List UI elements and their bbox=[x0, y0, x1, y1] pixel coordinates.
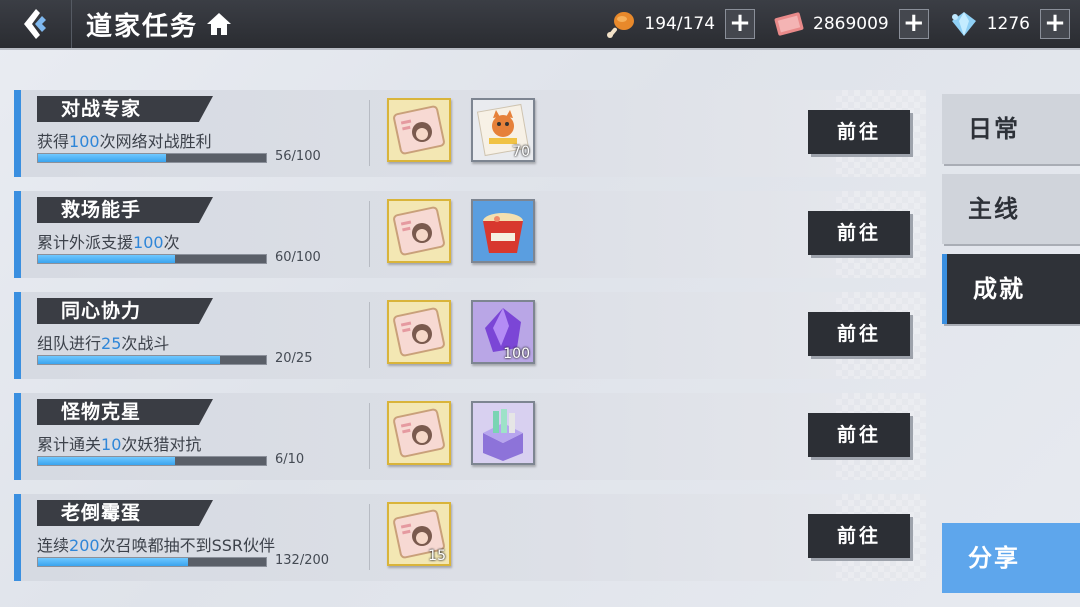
task-description: 连续200次召唤都抽不到SSR伙伴 bbox=[37, 532, 275, 556]
task-desc-prefix: 获得 bbox=[37, 132, 70, 151]
go-button[interactable]: 前往 bbox=[808, 312, 910, 356]
character-card-icon bbox=[389, 105, 449, 160]
add-resource-button[interactable]: + bbox=[1040, 9, 1070, 39]
divider bbox=[369, 403, 370, 469]
task-target-number: 200 bbox=[69, 536, 100, 555]
task-desc-prefix: 累计通关 bbox=[37, 435, 102, 454]
reward-item[interactable] bbox=[387, 199, 451, 263]
character-card-icon bbox=[389, 408, 449, 463]
ticket-icon bbox=[773, 7, 807, 41]
progress-bar bbox=[37, 254, 267, 264]
task-row: 老倒霉蛋 连续200次召唤都抽不到SSR伙伴 132/200 15 前往 bbox=[14, 494, 926, 581]
home-button[interactable] bbox=[206, 12, 232, 36]
resource-value: 194/174 bbox=[644, 14, 716, 34]
go-button[interactable]: 前往 bbox=[808, 413, 910, 457]
progress-text: 132/200 bbox=[275, 553, 330, 568]
progress-text: 56/100 bbox=[275, 149, 321, 164]
gift-box-icon bbox=[473, 403, 533, 463]
drumstick-icon bbox=[604, 7, 638, 41]
go-button[interactable]: 前往 bbox=[808, 110, 910, 154]
progress-text: 20/25 bbox=[275, 351, 313, 366]
add-resource-button[interactable]: + bbox=[898, 9, 929, 39]
task-target-number: 100 bbox=[69, 132, 100, 151]
tab-achievement[interactable]: 成就 bbox=[942, 254, 1080, 324]
task-description: 组队进行25次战斗 bbox=[37, 330, 169, 354]
progress-fill bbox=[38, 457, 175, 465]
back-arrow-icon bbox=[23, 9, 46, 39]
reward-item[interactable]: 100 bbox=[471, 300, 535, 364]
reward-item[interactable] bbox=[471, 199, 535, 263]
task-desc-prefix: 累计外派支援 bbox=[37, 233, 134, 252]
task-name: 救场能手 bbox=[37, 197, 213, 223]
reward-item[interactable]: 15 bbox=[387, 502, 451, 566]
progress-bar bbox=[37, 456, 267, 466]
character-card-icon bbox=[389, 307, 449, 362]
reward-item[interactable]: 70 bbox=[471, 98, 535, 162]
divider bbox=[369, 100, 370, 166]
task-row: 对战专家 获得100次网络对战胜利 56/100 70 前往 bbox=[14, 90, 926, 177]
task-desc-prefix: 组队进行 bbox=[37, 334, 102, 353]
reward-item[interactable] bbox=[387, 98, 451, 162]
progress-bar bbox=[37, 355, 267, 365]
task-row: 怪物克星 累计通关10次妖猎对抗 6/10 前往 bbox=[14, 393, 926, 480]
top-bar: 道家任务 194/174 + 2869009 + 1276 + bbox=[0, 0, 1080, 48]
resource-value: 1276 bbox=[986, 14, 1030, 34]
task-description: 累计外派支援100次 bbox=[37, 229, 180, 253]
home-icon bbox=[207, 13, 232, 35]
reward-item[interactable] bbox=[387, 300, 451, 364]
share-button[interactable]: 分享 bbox=[942, 523, 1080, 593]
reward-quantity: 100 bbox=[503, 346, 530, 362]
progress-fill bbox=[38, 356, 221, 364]
go-button[interactable]: 前往 bbox=[808, 211, 910, 255]
task-name: 老倒霉蛋 bbox=[37, 500, 213, 526]
task-list: 对战专家 获得100次网络对战胜利 56/100 70 前往 救场能手 累计外派… bbox=[14, 90, 926, 595]
reward-item[interactable] bbox=[387, 401, 451, 465]
resource-1: 2869009 + bbox=[773, 7, 929, 41]
progress-fill bbox=[38, 255, 175, 263]
progress-bar bbox=[37, 557, 267, 567]
reward-quantity: 70 bbox=[512, 144, 530, 160]
header-divider bbox=[0, 48, 1080, 50]
tab-main[interactable]: 主线 bbox=[942, 174, 1080, 244]
task-desc-suffix: 次妖猎对抗 bbox=[121, 435, 202, 454]
divider bbox=[369, 504, 370, 570]
task-target-number: 100 bbox=[133, 233, 164, 252]
task-description: 获得100次网络对战胜利 bbox=[37, 128, 212, 152]
divider bbox=[369, 302, 370, 368]
progress-fill bbox=[38, 558, 189, 566]
resource-2: 1276 + bbox=[947, 7, 1070, 41]
task-target-number: 10 bbox=[101, 435, 122, 454]
noodle-cup-icon bbox=[473, 201, 533, 261]
go-button[interactable]: 前往 bbox=[808, 514, 910, 558]
reward-quantity: 15 bbox=[428, 548, 446, 564]
task-name: 怪物克星 bbox=[37, 399, 213, 425]
task-name: 对战专家 bbox=[37, 96, 213, 122]
task-desc-suffix: 次召唤都抽不到SSR伙伴 bbox=[99, 536, 275, 555]
character-card-icon bbox=[389, 206, 449, 261]
resource-0: 194/174 + bbox=[604, 7, 756, 41]
task-desc-suffix: 次网络对战胜利 bbox=[99, 132, 212, 151]
task-target-number: 25 bbox=[101, 334, 122, 353]
divider bbox=[369, 201, 370, 267]
resource-bar: 194/174 + 2869009 + 1276 + bbox=[586, 0, 1070, 48]
back-button[interactable] bbox=[0, 0, 72, 48]
task-name: 同心协力 bbox=[37, 298, 213, 324]
progress-bar bbox=[37, 153, 267, 163]
progress-text: 60/100 bbox=[275, 250, 321, 265]
resource-value: 2869009 bbox=[813, 14, 889, 34]
task-desc-prefix: 连续 bbox=[37, 536, 70, 555]
progress-fill bbox=[38, 154, 166, 162]
task-description: 累计通关10次妖猎对抗 bbox=[37, 431, 201, 455]
task-desc-suffix: 次 bbox=[163, 233, 180, 252]
page-title: 道家任务 bbox=[86, 11, 199, 42]
reward-item[interactable] bbox=[471, 401, 535, 465]
add-resource-button[interactable]: + bbox=[725, 9, 756, 39]
crystal-icon bbox=[947, 7, 981, 41]
task-row: 救场能手 累计外派支援100次 60/100 前往 bbox=[14, 191, 926, 278]
progress-text: 6/10 bbox=[275, 452, 305, 467]
task-desc-suffix: 次战斗 bbox=[121, 334, 170, 353]
tab-daily[interactable]: 日常 bbox=[942, 94, 1080, 164]
task-row: 同心协力 组队进行25次战斗 20/25 100 前往 bbox=[14, 292, 926, 379]
